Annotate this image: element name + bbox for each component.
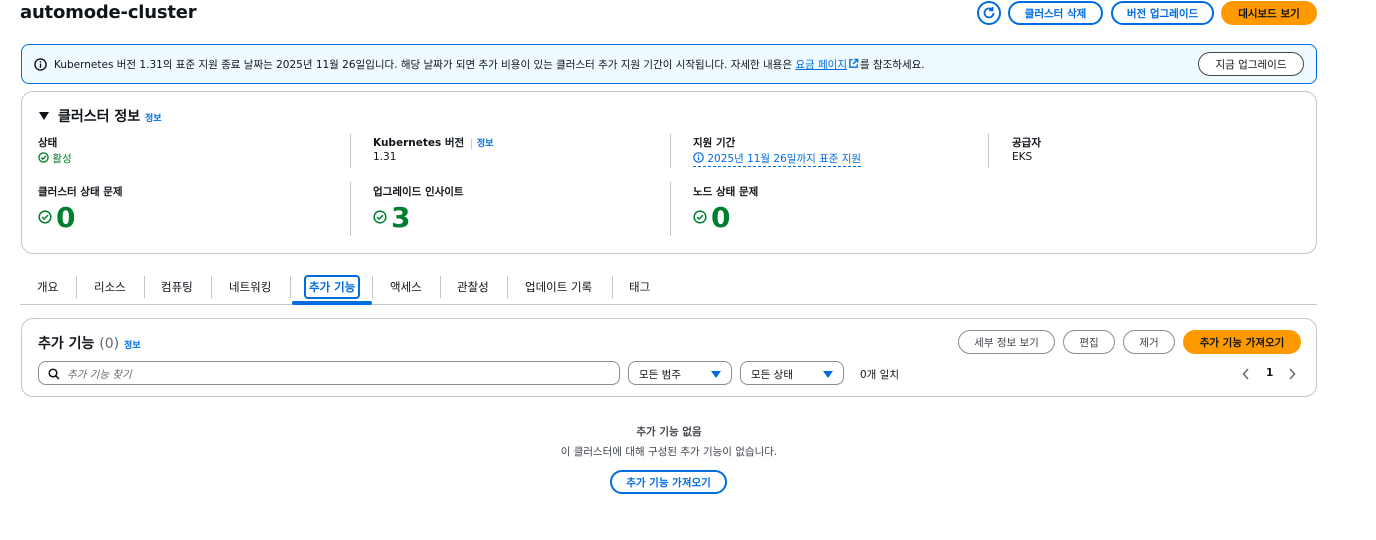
- tab-overview[interactable]: 개요: [37, 270, 58, 304]
- provider-value: EKS: [1012, 151, 1033, 163]
- get-addons-button[interactable]: 추가 기능 가져오기: [1183, 330, 1301, 354]
- status-select-value: 모든 상태: [751, 369, 793, 381]
- category-select-value: 모든 범주: [639, 369, 681, 381]
- addons-title: 추가 기능 (0) 정보: [38, 336, 141, 352]
- chevron-right-icon[interactable]: [1288, 368, 1296, 380]
- page-title: automode-cluster: [20, 2, 197, 23]
- empty-state-description: 이 클러스터에 대해 구성된 추가 기능이 없습니다.: [560, 446, 778, 458]
- remove-button[interactable]: 제거: [1123, 330, 1175, 354]
- tab-tags[interactable]: 태그: [629, 270, 650, 304]
- edit-button[interactable]: 편집: [1063, 330, 1115, 354]
- addons-info-link[interactable]: 정보: [124, 341, 141, 351]
- search-placeholder: 추가 기능 찾기: [67, 369, 132, 381]
- cluster-health-count[interactable]: 0: [56, 203, 75, 233]
- view-dashboard-button[interactable]: 대시보드 보기: [1221, 1, 1317, 25]
- upgrade-insights-count[interactable]: 3: [391, 203, 410, 233]
- success-icon: [693, 210, 707, 224]
- node-health-label: 노드 상태 문제: [693, 186, 759, 198]
- status-select[interactable]: 모든 상태: [740, 361, 844, 385]
- caret-down-icon: [823, 371, 833, 378]
- success-icon: [373, 210, 387, 224]
- cluster-info-title: 클러스터 정보 정보: [58, 109, 162, 125]
- addons-panel: 추가 기능 (0) 정보 세부 정보 보기 편집 제거 추가 기능 가져오기: [21, 318, 1317, 397]
- alert-text-end: 를 참조하세요.: [859, 59, 925, 71]
- k8s-info-link[interactable]: 정보: [470, 139, 494, 149]
- external-link-icon[interactable]: [848, 58, 859, 69]
- tab-networking[interactable]: 네트워킹: [229, 270, 271, 304]
- refresh-button[interactable]: [977, 1, 1001, 25]
- info-icon: [34, 58, 47, 71]
- caret-down-icon[interactable]: [39, 111, 49, 121]
- provider-label: 공급자: [1012, 137, 1041, 149]
- support-period-label: 지원 기간: [693, 137, 736, 149]
- k8s-version-value: 1.31: [373, 151, 397, 163]
- empty-state-title: 추가 기능 없음: [636, 426, 702, 438]
- support-period-value[interactable]: 2025년 11월 26일까지 표준 지원: [693, 151, 862, 167]
- upgrade-insights-label: 업그레이드 인사이트: [373, 186, 464, 198]
- addon-search-input[interactable]: 추가 기능 찾기: [38, 361, 620, 385]
- cluster-health-label: 클러스터 상태 문제: [38, 186, 123, 198]
- chevron-left-icon[interactable]: [1242, 368, 1250, 380]
- info-icon: [693, 152, 704, 163]
- tab-observability[interactable]: 관찰성: [457, 270, 489, 304]
- status-value: 활성: [38, 151, 72, 166]
- caret-down-icon: [711, 371, 721, 378]
- empty-get-addons-button[interactable]: 추가 기능 가져오기: [610, 470, 727, 494]
- view-details-button[interactable]: 세부 정보 보기: [958, 330, 1055, 354]
- alert-text: Kubernetes 버전 1.31의 표준 지원 종료 날짜는 2025년 1…: [54, 59, 796, 71]
- active-tab-indicator: [292, 301, 372, 305]
- pricing-link[interactable]: 요금 페이지: [795, 59, 847, 71]
- match-count: 0개 일치: [860, 369, 899, 381]
- node-health-count[interactable]: 0: [711, 203, 730, 233]
- upgrade-version-button[interactable]: 버전 업그레이드: [1111, 1, 1214, 25]
- tab-bar: 개요 리소스 컴퓨팅 네트워킹 추가 기능 액세스 관찰성 업데이트 기록 태그: [20, 270, 1317, 305]
- tab-compute[interactable]: 컴퓨팅: [161, 270, 193, 304]
- info-link[interactable]: 정보: [145, 114, 162, 124]
- page-number[interactable]: 1: [1266, 367, 1273, 379]
- k8s-version-label: Kubernetes 버전 정보: [373, 137, 494, 149]
- tab-addons[interactable]: 추가 기능: [304, 270, 361, 304]
- version-alert: Kubernetes 버전 1.31의 표준 지원 종료 날짜는 2025년 1…: [21, 44, 1317, 84]
- cluster-info-panel: 클러스터 정보 정보 상태 활성 Kubernetes 버전 정보 1.31 지…: [21, 91, 1317, 254]
- delete-cluster-button[interactable]: 클러스터 삭제: [1008, 1, 1103, 25]
- upgrade-now-button[interactable]: 지금 업그레이드: [1198, 52, 1304, 76]
- status-label: 상태: [38, 137, 58, 149]
- tab-update-history[interactable]: 업데이트 기록: [525, 270, 592, 304]
- refresh-icon: [983, 7, 995, 19]
- category-select[interactable]: 모든 범주: [628, 361, 732, 385]
- tab-resources[interactable]: 리소스: [94, 270, 126, 304]
- success-icon: [38, 152, 49, 163]
- search-icon: [48, 368, 60, 380]
- success-icon: [38, 210, 52, 224]
- alert-message: Kubernetes 버전 1.31의 표준 지원 종료 날짜는 2025년 1…: [54, 57, 925, 72]
- tab-access[interactable]: 액세스: [390, 270, 422, 304]
